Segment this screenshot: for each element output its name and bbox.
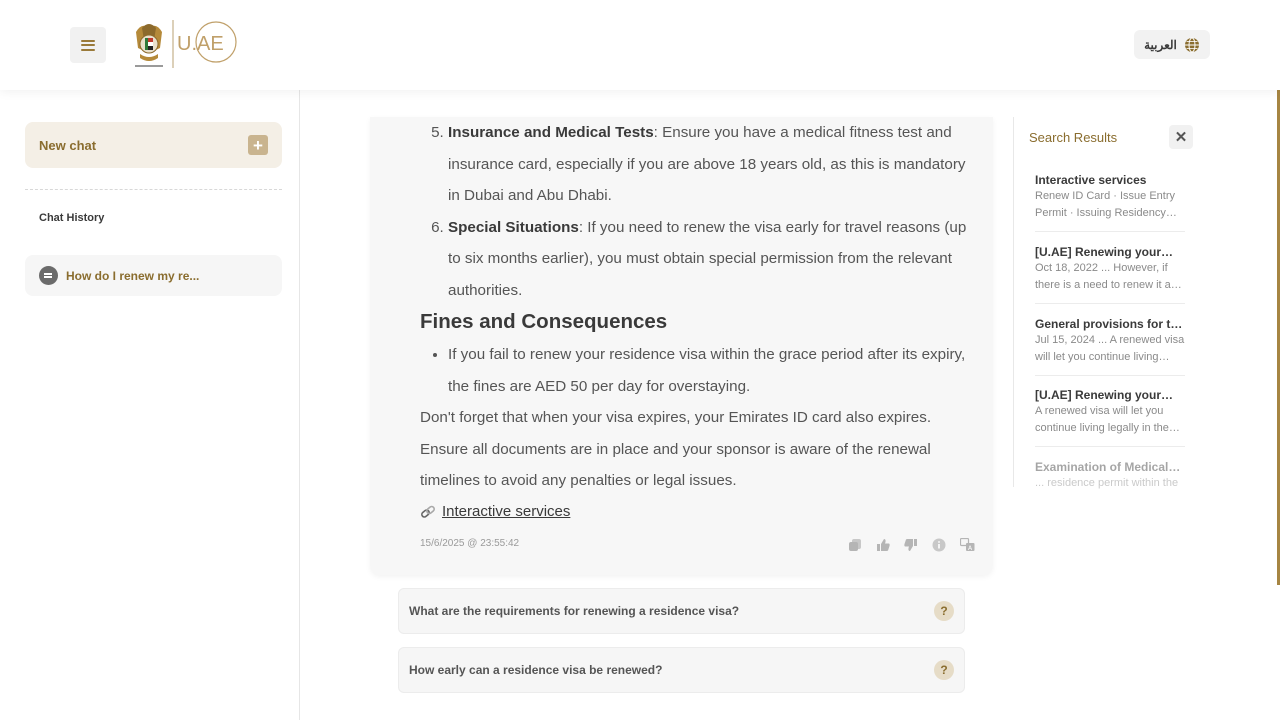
chat-history-heading: Chat History: [39, 212, 105, 224]
language-toggle-button[interactable]: العربية: [1134, 30, 1210, 59]
info-icon[interactable]: [931, 537, 947, 553]
search-results-panel: Search Results ✕ Interactive services Re…: [1013, 117, 1193, 489]
suggestion-label: What are the requirements for renewing a…: [409, 604, 740, 618]
section-heading: Fines and Consequences: [420, 310, 668, 333]
result-snippet: ... residence permit within the: [1035, 477, 1179, 489]
copy-icon[interactable]: [847, 537, 863, 553]
result-title: Examination of Medical…: [1035, 460, 1181, 474]
suggestion-label: How early can a residence visa be renewe…: [409, 663, 663, 677]
language-label: العربية: [1144, 37, 1177, 52]
bullet-list: If you fail to renew your residence visa…: [420, 339, 980, 402]
chat-bubble-icon: [39, 266, 58, 285]
sidebar: New chat + Chat History How do I renew m…: [0, 90, 300, 720]
sidebar-divider: [25, 189, 282, 190]
translate-icon[interactable]: A: [959, 537, 975, 553]
uae-logo[interactable]: U.AE: [132, 18, 240, 72]
question-icon: ?: [934, 601, 954, 621]
list-item: Special Situations: If you need to renew…: [448, 212, 980, 307]
message-body: Insurance and Medical Tests: Ensure you …: [420, 117, 980, 497]
chat-history-item-label: How do I renew my re...: [66, 268, 200, 283]
link-icon: [421, 505, 435, 518]
numbered-list: Insurance and Medical Tests: Ensure you …: [420, 117, 980, 306]
emblem-icon: [135, 24, 163, 67]
link-label: Interactive services: [442, 503, 571, 520]
plus-icon: +: [248, 135, 268, 155]
search-results-title: Search Results: [1029, 130, 1118, 145]
message-actions: A: [847, 537, 975, 553]
new-chat-label: New chat: [39, 137, 97, 153]
result-title: General provisions for t…: [1035, 317, 1183, 331]
svg-text:U.AE: U.AE: [177, 33, 224, 55]
result-title: [U.AE] Renewing your…: [1035, 388, 1174, 402]
hamburger-menu-icon: [81, 39, 95, 51]
result-title: Interactive services: [1035, 173, 1147, 187]
list-item: Insurance and Medical Tests: Ensure you …: [448, 117, 980, 212]
result-snippet: Renew ID Card · Issue Entry Permit · Iss…: [1035, 190, 1177, 219]
chat-history-item[interactable]: How do I renew my re...: [25, 255, 282, 296]
result-title: [U.AE] Renewing your…: [1035, 245, 1174, 259]
globe-icon: [1184, 37, 1199, 52]
list-item: If you fail to renew your residence visa…: [448, 339, 980, 402]
top-header: U.AE العربية: [0, 0, 1280, 90]
thumbs-up-icon[interactable]: [875, 537, 891, 553]
suggestion-button[interactable]: How early can a residence visa be renewe…: [398, 647, 965, 693]
search-result-item[interactable]: General provisions for t… Jul 15, 2024 .…: [1035, 316, 1185, 376]
close-icon[interactable]: ✕: [1169, 125, 1193, 149]
search-result-item[interactable]: Interactive services Renew ID Card · Iss…: [1035, 172, 1185, 232]
closing-paragraph: Don't forget that when your visa expires…: [420, 409, 932, 489]
assistant-message-card: Insurance and Medical Tests: Ensure you …: [370, 117, 993, 575]
interactive-services-link[interactable]: Interactive services: [420, 503, 570, 520]
result-snippet: Jul 15, 2024 ... A renewed visa will let…: [1035, 334, 1185, 363]
search-result-item[interactable]: [U.AE] Renewing your… Oct 18, 2022 ... H…: [1035, 244, 1185, 304]
question-icon: ?: [934, 660, 954, 680]
result-snippet: Oct 18, 2022 ... However, if there is a …: [1035, 262, 1182, 291]
new-chat-button[interactable]: New chat +: [25, 122, 282, 168]
result-snippet: A renewed visa will let you continue liv…: [1035, 405, 1180, 434]
search-result-item[interactable]: [U.AE] Renewing your… A renewed visa wil…: [1035, 387, 1185, 447]
search-result-item[interactable]: Examination of Medical… ... residence pe…: [1035, 459, 1185, 489]
suggestion-button[interactable]: What are the requirements for renewing a…: [398, 588, 965, 634]
thumbs-down-icon[interactable]: [903, 537, 919, 553]
menu-button[interactable]: [70, 27, 106, 63]
message-timestamp: 15/6/2025 @ 23:55:42: [420, 538, 520, 549]
